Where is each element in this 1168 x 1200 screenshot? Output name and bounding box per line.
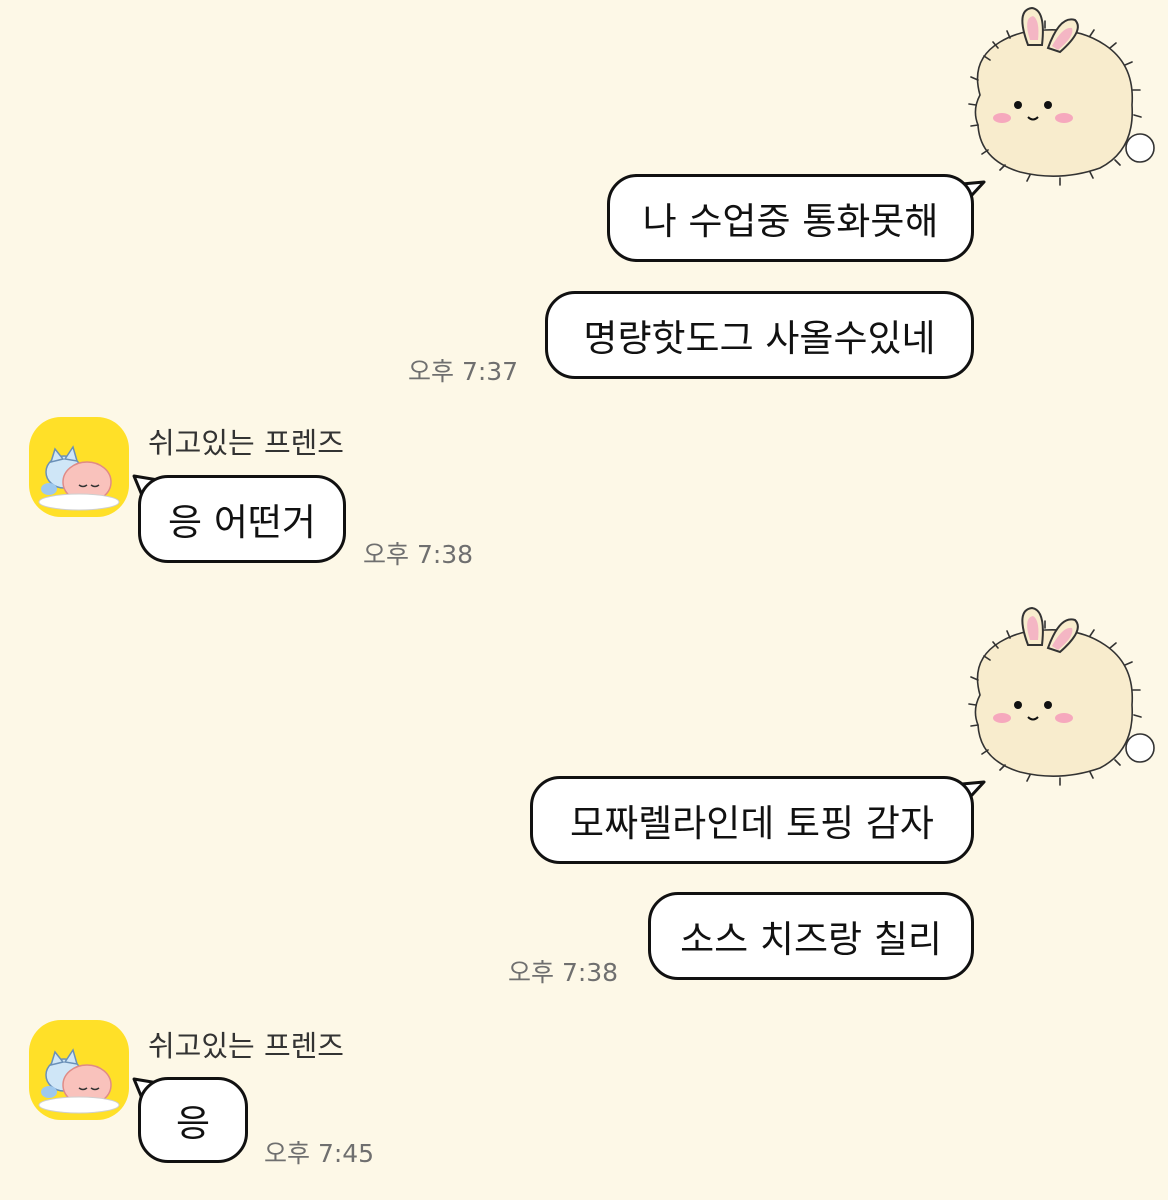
friend-avatar[interactable]: [29, 1020, 129, 1120]
bunny-sticker[interactable]: [950, 600, 1168, 790]
message-timestamp: 오후 7:37: [408, 357, 519, 386]
message-timestamp: 오후 7:45: [264, 1139, 375, 1168]
friends-sleeping-icon: [38, 1048, 120, 1114]
message-bubble-friend[interactable]: 응 어떤거: [138, 475, 346, 563]
friend-avatar[interactable]: [29, 417, 129, 517]
message-text: 모짜렐라인데 토핑 감자: [570, 802, 934, 845]
message-text: 명량핫도그 사올수있네: [583, 317, 936, 360]
message-text: 나 수업중 통화못해: [642, 200, 939, 243]
message-text: 응 어떤거: [168, 501, 316, 544]
message-bubble-mine[interactable]: 나 수업중 통화못해: [607, 174, 974, 262]
message-bubble-mine[interactable]: 명량핫도그 사올수있네: [545, 291, 974, 379]
message-text: 응: [175, 1102, 211, 1145]
message-bubble-mine[interactable]: 소스 치즈랑 칠리: [648, 892, 974, 980]
message-timestamp: 오후 7:38: [508, 958, 619, 987]
message-text: 소스 치즈랑 칠리: [680, 918, 942, 961]
message-bubble-mine[interactable]: 모짜렐라인데 토핑 감자: [530, 776, 974, 864]
sender-name: 쉬고있는 프렌즈: [148, 426, 344, 460]
message-timestamp: 오후 7:38: [363, 540, 474, 569]
message-bubble-friend[interactable]: 응: [138, 1077, 248, 1163]
bunny-sticker[interactable]: [950, 0, 1168, 190]
sender-name: 쉬고있는 프렌즈: [148, 1029, 344, 1063]
friends-sleeping-icon: [38, 445, 120, 511]
